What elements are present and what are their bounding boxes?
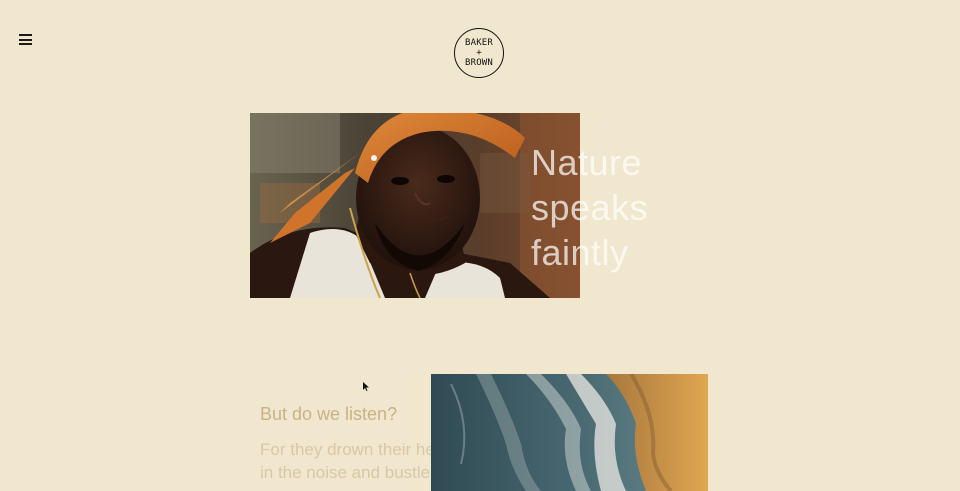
hero-headline: Nature speaks faintly [531,140,731,275]
logo-line-3: BROWN [464,58,494,68]
hero-headline-line-2: speaks [531,187,649,228]
logo-line-2: + [476,48,482,58]
hero-headline-line-1: Nature [531,142,643,183]
hero-headline-line-3: faintly [531,232,629,273]
logo-line-1: BAKER [464,38,494,48]
mouse-cursor-icon [363,378,369,391]
page: BAKER + BROWN Nature speaks faintly But … [0,0,960,491]
brand-logo[interactable]: BAKER + BROWN [454,28,504,78]
beach-aerial-image [431,374,708,491]
section-heading: But do we listen? [260,404,398,424]
hamburger-menu-icon[interactable] [19,34,33,46]
